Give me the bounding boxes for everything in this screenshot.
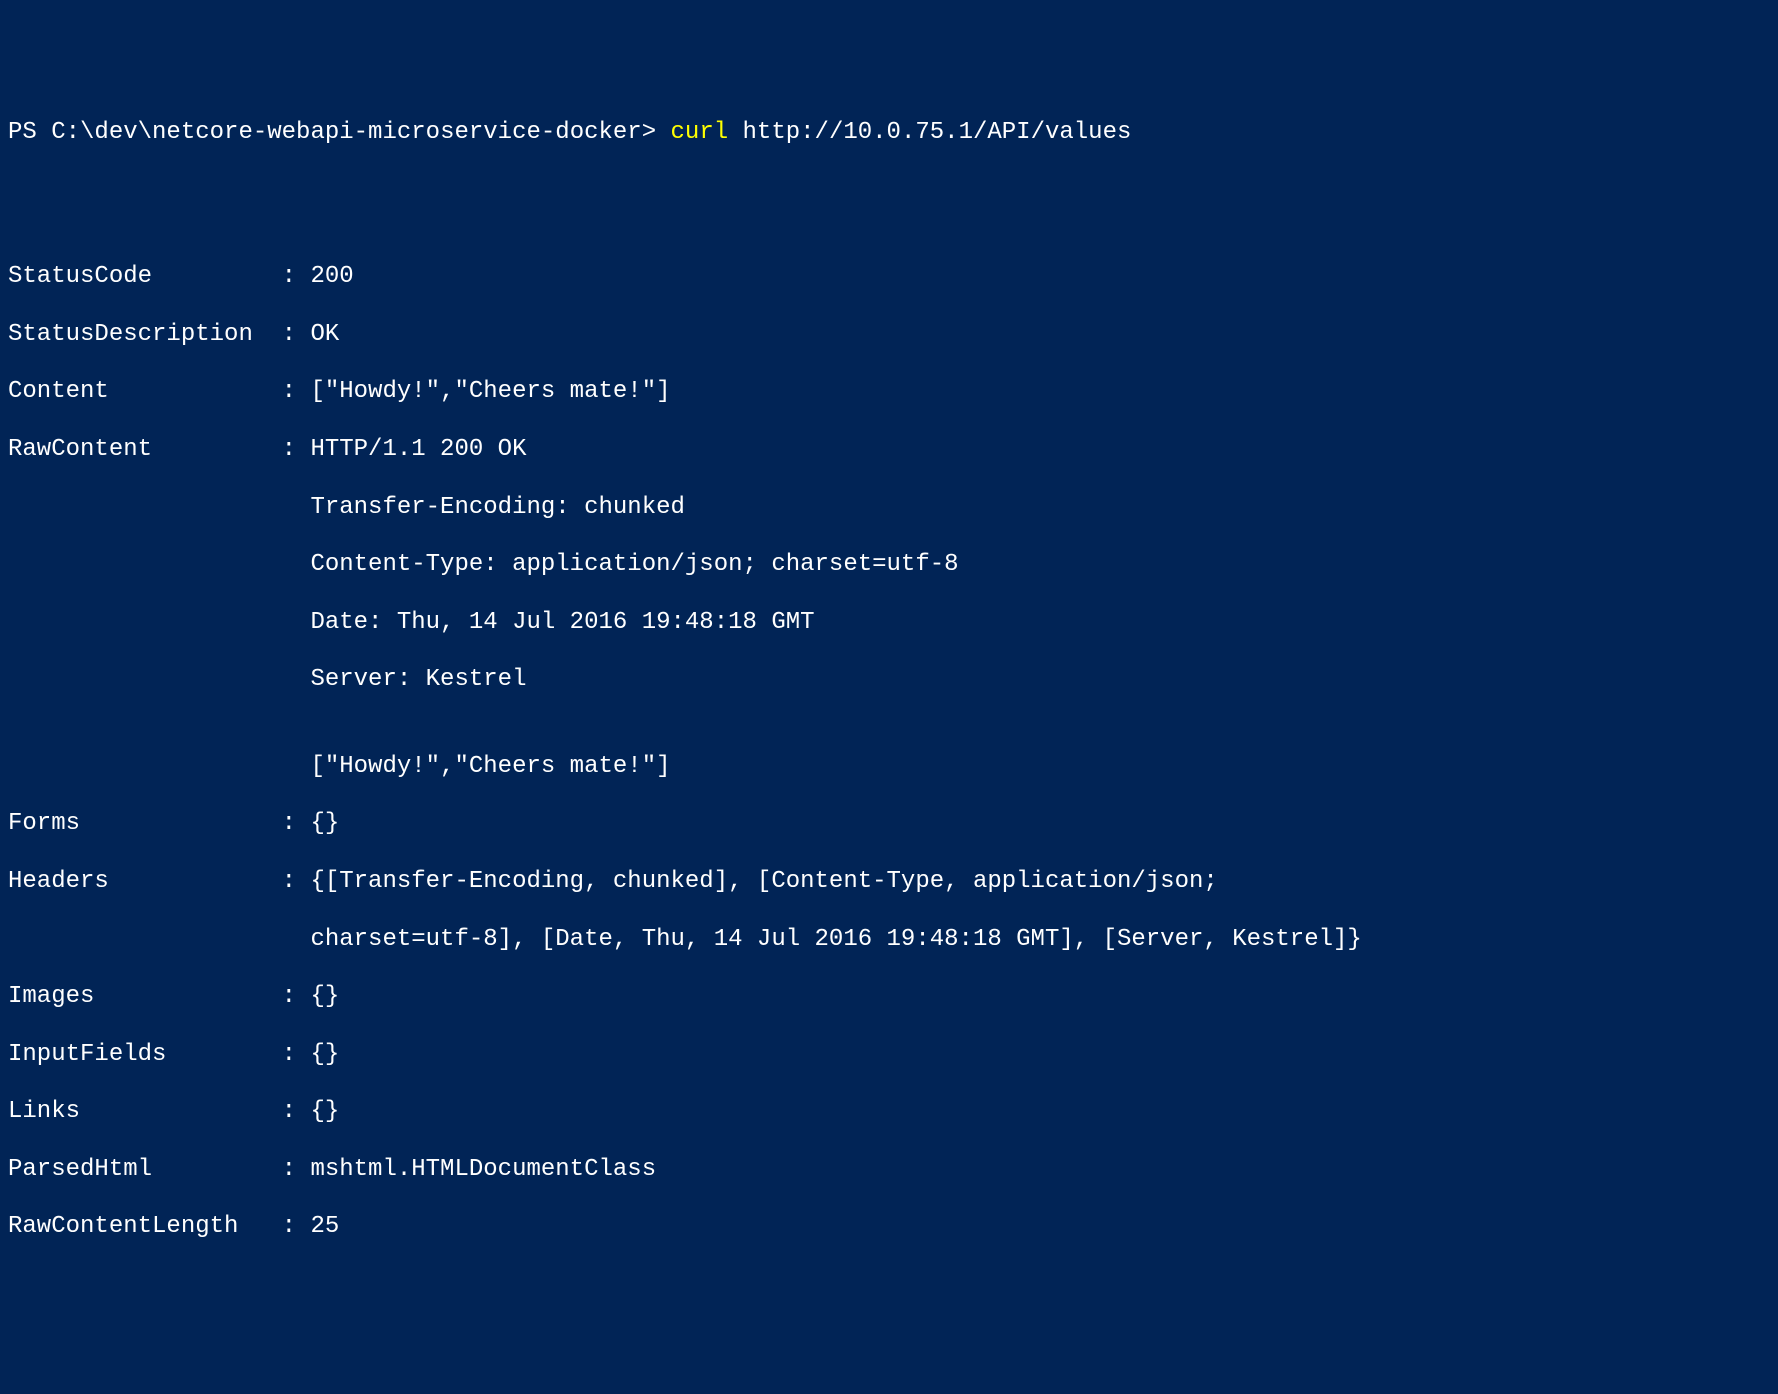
rawcontent-line: ["Howdy!","Cheers mate!"]: [310, 753, 1770, 782]
rawcontent-line: Date: Thu, 14 Jul 2016 19:48:18 GMT: [310, 609, 1770, 638]
output-key: InputFields: [8, 1041, 282, 1070]
output-val: OK: [310, 321, 339, 350]
output-row-inputfields: InputFields: {}: [8, 1041, 1770, 1070]
output-key: RawContent: [8, 436, 282, 465]
output-val: 200: [310, 263, 353, 292]
output-key: Images: [8, 983, 282, 1012]
output-val: 25: [310, 1213, 339, 1242]
output-row-rawcontent: RawContent: HTTP/1.1 200 OK: [8, 436, 1770, 465]
output-row-content: Content: ["Howdy!","Cheers mate!"]: [8, 378, 1770, 407]
output-val: mshtml.HTMLDocumentClass: [310, 1156, 656, 1185]
output-sep: :: [282, 321, 311, 350]
output-key: Content: [8, 378, 282, 407]
output-row-statuscode: StatusCode: 200: [8, 263, 1770, 292]
output-sep: :: [282, 1041, 311, 1070]
output-key: Forms: [8, 810, 282, 839]
output-sep: :: [282, 868, 311, 897]
output-key: StatusDescription: [8, 321, 282, 350]
output-row-images: Images: {}: [8, 983, 1770, 1012]
output-key: RawContentLength: [8, 1213, 282, 1242]
output-val: {}: [310, 1041, 339, 1070]
output-sep: :: [282, 436, 311, 465]
output-row-forms: Forms: {}: [8, 810, 1770, 839]
blank-line: [8, 148, 1770, 177]
output-row-links: Links: {}: [8, 1098, 1770, 1127]
output-sep: :: [282, 378, 311, 407]
output-val: HTTP/1.1 200 OK: [310, 436, 526, 465]
command-url: http://10.0.75.1/API/values: [728, 119, 1131, 146]
headers-line: charset=utf-8], [Date, Thu, 14 Jul 2016 …: [310, 926, 1770, 955]
rawcontent-line: Content-Type: application/json; charset=…: [310, 551, 1770, 580]
rawcontent-line: Transfer-Encoding: chunked: [310, 494, 1770, 523]
output-key: ParsedHtml: [8, 1156, 282, 1185]
output-key: Headers: [8, 868, 282, 897]
output-val: {}: [310, 810, 339, 839]
rawcontent-line: Server: Kestrel: [310, 666, 1770, 695]
blank-line: [8, 206, 1770, 235]
output-sep: :: [282, 1213, 311, 1242]
output-row-rawcontentlength: RawContentLength: 25: [8, 1213, 1770, 1242]
prompt-prefix: PS C:\dev\netcore-webapi-microservice-do…: [8, 119, 671, 146]
output-val: {}: [310, 983, 339, 1012]
output-row-statusdescription: StatusDescription: OK: [8, 321, 1770, 350]
output-sep: :: [282, 983, 311, 1012]
output-row-headers: Headers: {[Transfer-Encoding, chunked], …: [8, 868, 1770, 897]
output-sep: :: [282, 810, 311, 839]
output-sep: :: [282, 263, 311, 292]
output-val: {}: [310, 1098, 339, 1127]
output-row-parsedhtml: ParsedHtml: mshtml.HTMLDocumentClass: [8, 1156, 1770, 1185]
output-key: Links: [8, 1098, 282, 1127]
output-key: StatusCode: [8, 263, 282, 292]
output-val: ["Howdy!","Cheers mate!"]: [310, 378, 670, 407]
output-sep: :: [282, 1098, 311, 1127]
output-val: {[Transfer-Encoding, chunked], [Content-…: [310, 868, 1217, 897]
output-sep: :: [282, 1156, 311, 1185]
terminal-output[interactable]: PS C:\dev\netcore-webapi-microservice-do…: [8, 119, 1770, 1271]
command-name: curl: [671, 119, 729, 146]
